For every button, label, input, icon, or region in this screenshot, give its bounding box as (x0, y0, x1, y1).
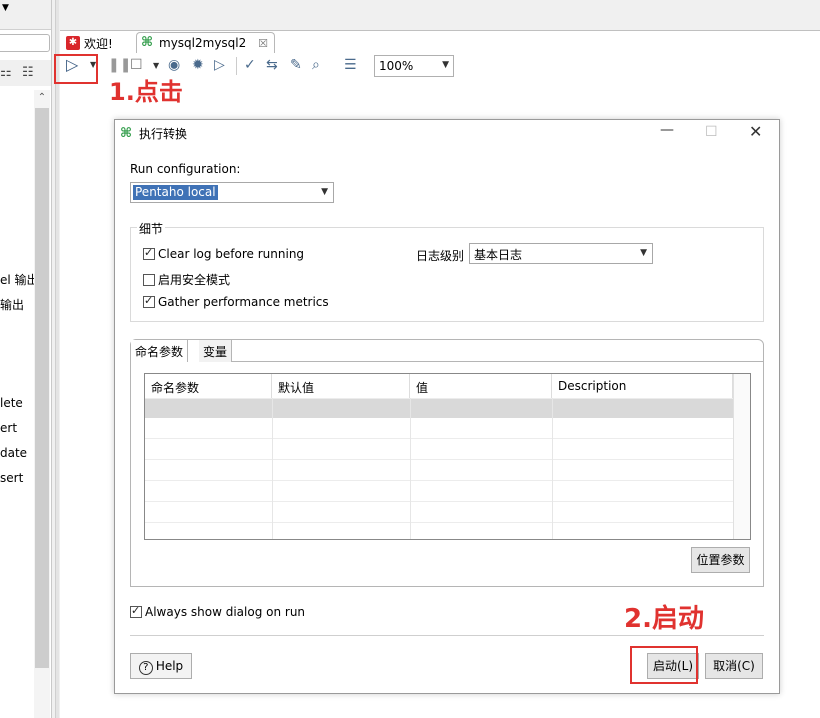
editor-tabbar: ✱ 欢迎! ⌘ mysql2mysql2 ☒ (60, 30, 820, 54)
row-divider (145, 398, 733, 399)
tree-item[interactable]: 输出 (0, 296, 24, 313)
cancel-button[interactable]: 取消(C) (705, 653, 763, 679)
replay-icon[interactable]: ▷ (214, 57, 225, 73)
run-config-select[interactable]: Pentaho local ▼ (130, 182, 334, 203)
tab-welcome[interactable]: ✱ 欢迎! (62, 32, 119, 54)
tree-item[interactable]: lete (0, 396, 23, 410)
pentaho-logo-icon: ✱ (66, 36, 80, 50)
verify-icon[interactable]: ✓ (244, 57, 256, 73)
annotation-start-highlight (630, 646, 698, 684)
log-level-value: 基本日志 (474, 248, 523, 262)
dialog-titlebar: ⌘ 执行转换 — ☐ ✕ (115, 120, 779, 146)
checkbox-checked[interactable] (143, 294, 155, 308)
left-search-input[interactable] (0, 34, 50, 52)
row-divider (145, 459, 733, 460)
log-level-label: 日志级别 (416, 249, 465, 263)
annotation-step2: 2.启动 (624, 604, 704, 634)
help-icon: ? (138, 661, 153, 675)
tree-layout-icon[interactable]: ⚏ (0, 65, 12, 80)
checkbox-unchecked[interactable] (143, 274, 155, 286)
help-label: Help (155, 659, 184, 673)
left-scrollbar[interactable]: ⌃ (34, 90, 50, 718)
pause-icon[interactable]: ❚❚ (108, 57, 131, 73)
clear-log-checkbox[interactable]: Clear log before running (143, 246, 305, 261)
impact-icon[interactable]: ⇆ (266, 57, 278, 73)
always-show-checkbox[interactable]: Always show dialog on run (130, 604, 306, 619)
explore-db-icon[interactable]: ⌕ (312, 57, 320, 73)
list-layout-icon[interactable]: ☷ (22, 65, 34, 80)
column-divider (410, 398, 411, 539)
left-pane-header: ▼ (0, 0, 51, 30)
tab-named-params[interactable]: 命名参数 (131, 340, 189, 362)
zoom-select[interactable]: 100% ▼ (374, 55, 454, 77)
row-divider (145, 438, 733, 439)
column-divider (552, 398, 553, 539)
chevron-down-icon: ▼ (640, 248, 647, 258)
zoom-value: 100% (379, 59, 414, 73)
dialog-separator (130, 635, 764, 636)
tree-item[interactable]: ert (0, 421, 17, 435)
stop-icon[interactable]: ☐ (130, 57, 143, 73)
checkbox-checked[interactable] (130, 604, 142, 618)
column-header[interactable]: 默认值 (272, 374, 410, 398)
column-divider (272, 398, 273, 539)
close-icon[interactable]: ☒ (258, 37, 268, 50)
scroll-thumb[interactable] (35, 108, 49, 668)
tab-label: 欢迎! (84, 37, 113, 51)
tree-item[interactable]: el 输出 (0, 271, 39, 288)
row-divider (145, 522, 733, 523)
annotation-step1: 1.点击 (109, 78, 183, 106)
gather-metrics-label: Gather performance metrics (158, 295, 329, 309)
close-icon[interactable]: ✕ (749, 122, 762, 141)
sql-icon[interactable]: ✎ (290, 57, 302, 73)
chevron-down-icon[interactable]: ▼ (2, 3, 9, 13)
debug-icon[interactable]: ✹ (192, 57, 204, 73)
safe-mode-checkbox[interactable]: 启用安全模式 (143, 271, 230, 288)
details-legend: 细节 (137, 220, 166, 237)
stop-dropdown-icon[interactable]: ▼ (153, 61, 159, 70)
left-toolbar: ⚏ ☷ (0, 60, 51, 86)
tree-item[interactable]: sert (0, 471, 23, 485)
column-header[interactable]: Description (552, 374, 733, 398)
toolbar-separator (236, 57, 237, 75)
tab-variables[interactable]: 变量 (199, 340, 233, 362)
transformation-icon: ⌘ (120, 126, 133, 141)
minimize-icon[interactable]: — (660, 122, 674, 138)
table-row[interactable] (145, 399, 733, 418)
run-config-label: Run configuration: (130, 162, 241, 176)
transformation-icon: ⌘ (141, 35, 154, 50)
safe-mode-label: 启用安全模式 (158, 273, 231, 287)
named-params-table: 命名参数 默认值 值 Description (144, 373, 751, 540)
maximize-icon[interactable]: ☐ (705, 124, 718, 140)
dialog-title: 执行转换 (139, 127, 188, 141)
clear-log-label: Clear log before running (158, 247, 305, 261)
pane-divider[interactable] (55, 0, 59, 718)
gather-metrics-checkbox[interactable]: Gather performance metrics (143, 294, 329, 309)
position-params-button[interactable]: 位置参数 (691, 547, 750, 573)
always-show-label: Always show dialog on run (145, 605, 306, 619)
preview-icon[interactable]: ◉ (168, 57, 180, 73)
tab-divider (232, 361, 763, 362)
layers-icon[interactable]: ☰ (344, 57, 357, 73)
left-panel: ▼ ⚏ ☷ el 输出 输出 lete ert date sert ⌃ (0, 0, 52, 718)
annotation-run-highlight (54, 54, 98, 84)
row-divider (145, 501, 733, 502)
run-config-value: Pentaho local (133, 185, 218, 200)
tab-label: mysql2mysql2 (159, 36, 247, 50)
tree-item[interactable]: date (0, 446, 27, 460)
row-divider (145, 480, 733, 481)
chevron-down-icon: ▼ (442, 60, 449, 70)
help-button[interactable]: ? Help (130, 653, 192, 679)
tab-mysql2mysql2[interactable]: ⌘ mysql2mysql2 ☒ (136, 32, 275, 54)
column-header[interactable]: 命名参数 (145, 374, 272, 398)
scroll-up-icon[interactable]: ⌃ (34, 92, 50, 103)
checkbox-checked[interactable] (143, 246, 155, 260)
chevron-down-icon: ▼ (321, 187, 328, 197)
column-header[interactable]: 值 (410, 374, 552, 398)
log-level-select[interactable]: 基本日志 ▼ (469, 243, 653, 264)
table-scrollbar[interactable] (733, 374, 750, 539)
